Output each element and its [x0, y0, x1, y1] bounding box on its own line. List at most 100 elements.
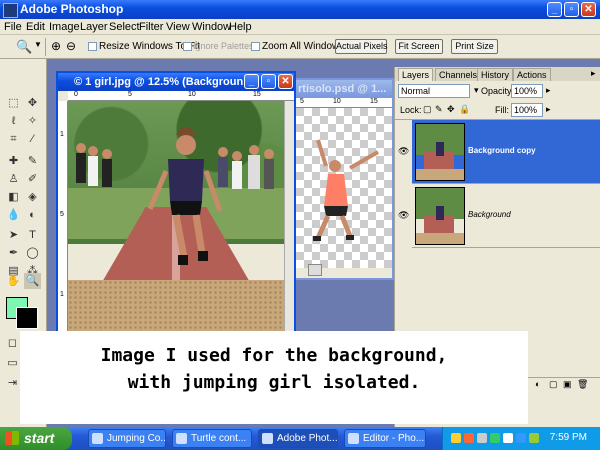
- menu-edit[interactable]: Edit: [26, 21, 45, 33]
- horizontal-ruler: 5 10 15: [288, 98, 392, 108]
- menu-view[interactable]: View: [166, 21, 190, 33]
- new-layer-icon[interactable]: ▣: [563, 379, 572, 390]
- new-layer-set-icon[interactable]: ▢: [549, 379, 558, 390]
- tab-layers[interactable]: Layers: [398, 68, 434, 81]
- network-icon[interactable]: [503, 433, 513, 443]
- menu-help[interactable]: Help: [229, 21, 252, 33]
- tool-preset-dropdown-icon[interactable]: ▼: [34, 40, 42, 49]
- type-tool-icon[interactable]: T: [24, 227, 41, 243]
- menu-filter[interactable]: Filter: [139, 21, 163, 33]
- layer-visibility-eye-icon[interactable]: 👁: [398, 146, 409, 157]
- tab-history[interactable]: History: [477, 68, 514, 81]
- slice-tool-icon[interactable]: ⁄: [24, 131, 41, 147]
- actual-pixels-button[interactable]: Actual Pixels: [335, 39, 388, 54]
- document-window-main[interactable]: © 1 girl.jpg @ 12.5% (Backgroun... _ ▫ ✕…: [56, 71, 296, 333]
- eraser-tool-icon[interactable]: ◧: [5, 189, 22, 205]
- task-label: Editor - Pho...: [363, 433, 425, 444]
- start-button[interactable]: start: [0, 427, 72, 450]
- menu-bar: File Edit Image Layer Select Filter View…: [0, 19, 600, 35]
- tab-channels[interactable]: Channels: [435, 68, 482, 81]
- doc-close-button[interactable]: ✕: [278, 74, 293, 89]
- healing-brush-tool-icon[interactable]: ✚: [5, 153, 22, 169]
- magic-wand-tool-icon[interactable]: ✧: [24, 113, 41, 129]
- jump-to-imageready-icon[interactable]: ⇥: [4, 375, 21, 391]
- layer-style-icon[interactable]: ▾: [474, 85, 479, 96]
- layer-row-background-copy[interactable]: Background copy: [412, 120, 600, 184]
- zoom-out-icon[interactable]: ⊖: [66, 39, 76, 53]
- tray-icon[interactable]: [529, 433, 539, 443]
- minimize-button[interactable]: _: [547, 2, 562, 17]
- close-button[interactable]: ✕: [581, 2, 596, 17]
- menu-image[interactable]: Image: [49, 21, 80, 33]
- horizontal-ruler: 0 5 10 15: [68, 91, 294, 101]
- taskbar-item-photoshop[interactable]: Adobe Phot...: [258, 429, 338, 448]
- document-window-isolated[interactable]: rtisolo.psd @ 1... 5 10 15: [286, 78, 394, 280]
- opacity-input[interactable]: 100%: [511, 84, 543, 98]
- zoom-tool-icon[interactable]: 🔍: [24, 273, 41, 289]
- fill-input[interactable]: 100%: [511, 103, 543, 117]
- brush-tool-icon[interactable]: ✎: [24, 153, 41, 169]
- taskbar-item-jumping[interactable]: Jumping Co...: [88, 429, 166, 448]
- move-tool-icon[interactable]: ✥: [24, 95, 41, 111]
- blur-tool-icon[interactable]: 💧: [5, 207, 22, 223]
- tab-actions[interactable]: Actions: [513, 68, 551, 81]
- caption-box: Image I used for the background, with ju…: [20, 331, 528, 424]
- fit-screen-button[interactable]: Fit Screen: [395, 39, 443, 54]
- hand-tool-icon[interactable]: ✋: [5, 273, 22, 289]
- zoom-tool-icon[interactable]: 🔍: [16, 39, 32, 55]
- maximize-button[interactable]: ▫: [564, 2, 579, 17]
- volume-icon[interactable]: [477, 433, 487, 443]
- doc-maximize-button[interactable]: ▫: [261, 74, 276, 89]
- shape-tool-icon[interactable]: ◯: [24, 245, 41, 261]
- fill-slider-arrow-icon[interactable]: ▸: [546, 104, 551, 115]
- start-label: start: [24, 430, 55, 446]
- windows-logo-icon: [5, 431, 19, 445]
- path-selection-tool-icon[interactable]: ➤: [5, 227, 22, 243]
- isolated-girl-figure: [313, 139, 379, 241]
- background-color-swatch[interactable]: [16, 307, 38, 329]
- tray-icon[interactable]: [490, 433, 500, 443]
- clone-stamp-tool-icon[interactable]: ♙: [5, 171, 22, 187]
- new-adjustment-layer-icon[interactable]: ◐: [535, 379, 540, 389]
- taskbar-item-turtle[interactable]: Turtle cont...: [172, 429, 252, 448]
- vertical-scrollbar[interactable]: [284, 101, 294, 331]
- zoom-in-icon[interactable]: ⊕: [51, 39, 61, 53]
- pen-tool-icon[interactable]: ✒: [5, 245, 22, 261]
- dodge-tool-icon[interactable]: ◐: [24, 207, 41, 223]
- paint-bucket-tool-icon[interactable]: ◈: [24, 189, 41, 205]
- task-label: Turtle cont...: [191, 433, 247, 444]
- taskbar-item-editor[interactable]: Editor - Pho...: [344, 429, 426, 448]
- tray-icon[interactable]: [451, 433, 461, 443]
- layer-row-background[interactable]: Background: [412, 184, 600, 248]
- print-size-button[interactable]: Print Size: [451, 39, 498, 54]
- tray-icon[interactable]: [516, 433, 526, 443]
- opacity-slider-arrow-icon[interactable]: ▸: [546, 85, 551, 96]
- menu-file[interactable]: File: [4, 21, 22, 33]
- separator: [45, 38, 46, 56]
- lock-all-icon[interactable]: 🔒: [459, 104, 470, 115]
- history-brush-tool-icon[interactable]: ✐: [24, 171, 41, 187]
- standard-mode-icon[interactable]: ◻: [4, 335, 21, 351]
- menu-layer[interactable]: Layer: [80, 21, 108, 33]
- lasso-tool-icon[interactable]: ℓ: [5, 113, 22, 129]
- palette-menu-icon[interactable]: ▸: [591, 68, 596, 79]
- ruler-tick: 5: [300, 98, 304, 105]
- zoom-all-windows-checkbox[interactable]: [251, 42, 260, 51]
- background-photo[interactable]: [68, 101, 284, 331]
- screen-mode-icon[interactable]: ▭: [4, 355, 21, 371]
- lock-position-icon[interactable]: ✥: [447, 104, 455, 115]
- menu-select[interactable]: Select: [109, 21, 140, 33]
- marquee-tool-icon[interactable]: ⬚: [5, 95, 22, 111]
- transparent-canvas[interactable]: [288, 108, 392, 268]
- layer-visibility-eye-icon[interactable]: 👁: [398, 210, 409, 221]
- lock-image-icon[interactable]: ✎: [435, 104, 443, 115]
- tray-icon[interactable]: [464, 433, 474, 443]
- menu-window[interactable]: Window: [192, 21, 231, 33]
- lock-transparency-icon[interactable]: ▢: [423, 104, 432, 115]
- doc-minimize-button[interactable]: _: [244, 74, 259, 89]
- crop-tool-icon[interactable]: ⌗: [5, 131, 22, 147]
- resize-windows-checkbox[interactable]: [88, 42, 97, 51]
- delete-layer-icon[interactable]: 🗑: [577, 379, 588, 390]
- status-zoom-icon[interactable]: [308, 264, 322, 276]
- blend-mode-select[interactable]: Normal: [398, 84, 470, 98]
